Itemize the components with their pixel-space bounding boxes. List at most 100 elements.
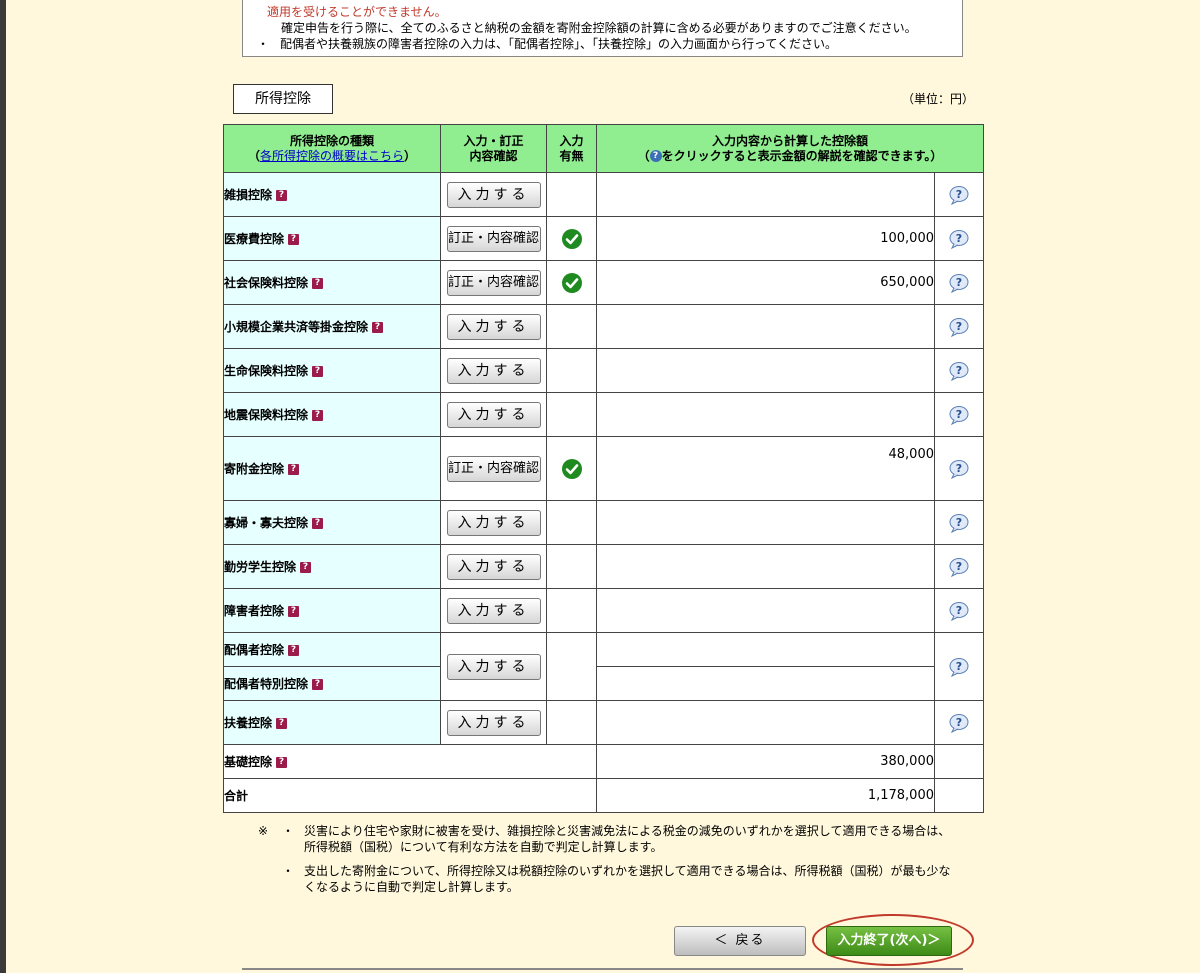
table-row: 扶養控除? 入力する? xyxy=(223,700,985,745)
question-icon[interactable]: ? xyxy=(276,190,288,201)
question-icon[interactable]: ? xyxy=(288,645,300,656)
help-bubble-icon[interactable]: ? xyxy=(947,459,971,479)
question-icon[interactable]: ? xyxy=(288,234,300,245)
basic-deduction-amount: 380,000 xyxy=(596,744,935,779)
section-title: 所得控除 xyxy=(233,84,333,114)
deduction-amount xyxy=(596,632,935,667)
question-icon[interactable]: ? xyxy=(372,322,384,333)
footnote-1-text: 災害により住宅や家財に被害を受け、雑損控除と災害減免法による税金の減免のいずれか… xyxy=(304,824,951,854)
input-status xyxy=(546,392,597,437)
svg-text:?: ? xyxy=(956,232,962,245)
header-input-line-1: 入力・訂正 xyxy=(463,133,524,148)
input-button[interactable]: 入力する xyxy=(446,709,541,736)
question-icon[interactable]: ? xyxy=(312,278,324,289)
header-overview-open: （ xyxy=(247,148,260,163)
header-overview-close: ） xyxy=(404,148,417,163)
header-status: 入力 有無 xyxy=(546,124,597,173)
input-status xyxy=(546,544,597,589)
deduction-amount xyxy=(596,172,935,217)
footnote-mark: ※ xyxy=(258,824,269,838)
footnote-2-text: 支出した寄附金について、所得控除又は税額控除のいずれかを選択して適用できる場合は… xyxy=(304,864,951,894)
finish-input-next-button[interactable]: 入力終了(次へ)＞ xyxy=(826,926,952,956)
question-icon[interactable]: ? xyxy=(312,410,324,421)
table-row: 生命保険料控除? 入力する? xyxy=(223,348,985,393)
table-row: 医療費控除? 訂正・内容確認 100,000? xyxy=(223,216,985,261)
help-bubble-icon[interactable]: ? xyxy=(947,601,971,621)
question-icon[interactable]: ? xyxy=(300,562,312,573)
question-icon[interactable]: ? xyxy=(312,366,324,377)
svg-text:?: ? xyxy=(956,364,962,377)
notice-line-3: ・ 配偶者や扶養親族の障害者控除の入力は、「配偶者控除」、「扶養控除」の入力画面… xyxy=(257,36,952,52)
input-button[interactable]: 入力する xyxy=(446,181,541,208)
deduction-name: 配偶者特別控除? xyxy=(223,666,441,701)
help-bubble-icon[interactable]: ? xyxy=(947,361,971,381)
help-bubble-icon[interactable]: ? xyxy=(947,713,971,733)
header-type-label: 所得控除の種類 xyxy=(289,133,374,148)
input-status xyxy=(546,260,597,305)
input-status xyxy=(546,700,597,745)
input-button[interactable]: 入力する xyxy=(446,401,541,428)
total-label: 合計 xyxy=(223,778,597,813)
deduction-amount xyxy=(596,700,935,745)
deduction-name: 地震保険料控除? xyxy=(223,392,441,437)
table-row: 勤労学生控除? 入力する? xyxy=(223,544,985,589)
input-button[interactable]: 訂正・内容確認 xyxy=(446,269,541,296)
input-button[interactable]: 入力する xyxy=(446,313,541,340)
deduction-amount xyxy=(596,304,935,349)
basic-deduction-name: 基礎控除? xyxy=(223,744,597,779)
header-status-line-2: 有無 xyxy=(559,148,584,163)
input-button[interactable]: 入力する xyxy=(446,597,541,624)
table-row: 障害者控除? 入力する? xyxy=(223,588,985,633)
table-row: 小規模企業共済等掛金控除? 入力する? xyxy=(223,304,985,349)
header-amount-paren: （ xyxy=(637,148,650,163)
basic-deduction-row: 基礎控除? 380,000 xyxy=(223,744,985,779)
question-icon[interactable]: ? xyxy=(288,464,300,475)
question-icon[interactable]: ? xyxy=(312,679,324,690)
help-bubble-icon[interactable]: ? xyxy=(947,229,971,249)
help-bubble-icon[interactable]: ? xyxy=(947,657,971,677)
help-bubble-icon[interactable]: ? xyxy=(947,513,971,533)
header-status-line-1: 入力 xyxy=(559,133,584,148)
overview-link[interactable]: 各所得控除の概要はこちら xyxy=(260,149,404,163)
footnote-dot: ・ xyxy=(282,864,295,878)
check-icon xyxy=(561,458,582,479)
header-overview: （各所得控除の概要はこちら） xyxy=(224,149,440,164)
table-row: 配偶者控除? 入力する? xyxy=(223,632,985,701)
input-button[interactable]: 訂正・内容確認 xyxy=(446,455,541,482)
notice-line-3-text: 配偶者や扶養親族の障害者控除の入力は、「配偶者控除」、「扶養控除」の入力画面から… xyxy=(280,37,838,51)
help-bubble-icon[interactable]: ? xyxy=(947,273,971,293)
question-icon[interactable]: ? xyxy=(288,606,300,617)
header-amount-line-1: 入力内容から計算した控除額 xyxy=(712,133,869,148)
table-row: 雑損控除? 入力する? xyxy=(223,172,985,217)
notice-line-2: 確定申告を行う際に、全てのふるさと納税の金額を寄附金控除額の計算に含める必要があ… xyxy=(281,21,917,35)
header-input: 入力・訂正 内容確認 xyxy=(440,124,547,173)
question-icon[interactable]: ? xyxy=(276,757,288,768)
input-button[interactable]: 入力する xyxy=(446,509,541,536)
input-status xyxy=(546,348,597,393)
deduction-amount xyxy=(596,588,935,633)
input-button[interactable]: 入力する xyxy=(446,653,541,680)
deduction-amount xyxy=(596,666,935,701)
question-icon[interactable]: ? xyxy=(312,518,324,529)
left-edge-strip xyxy=(0,0,6,973)
help-bubble-icon[interactable]: ? xyxy=(947,185,971,205)
back-button[interactable]: ＜ 戻る xyxy=(674,926,806,956)
input-status xyxy=(546,304,597,349)
header-amount: 入力内容から計算した控除額 （? をクリックすると表示金額の解説を確認できます。） xyxy=(595,124,985,173)
notice-box: 適用を受けることができません。 確定申告を行う際に、全てのふるさと納税の金額を寄… xyxy=(242,0,963,57)
deduction-amount: 100,000 xyxy=(596,216,935,261)
deduction-amount xyxy=(596,392,935,437)
question-icon[interactable]: ? xyxy=(276,718,288,729)
footnote-dot: ・ xyxy=(282,824,295,838)
deduction-name: 寡婦・寡夫控除? xyxy=(223,500,441,545)
input-button[interactable]: 入力する xyxy=(446,553,541,580)
help-bubble-icon[interactable]: ? xyxy=(947,405,971,425)
svg-text:?: ? xyxy=(956,604,962,617)
svg-text:?: ? xyxy=(956,660,962,673)
input-button[interactable]: 訂正・内容確認 xyxy=(446,225,541,252)
table-row: 地震保険料控除? 入力する? xyxy=(223,392,985,437)
help-bubble-icon[interactable]: ? xyxy=(947,557,971,577)
help-bubble-icon[interactable]: ? xyxy=(947,317,971,337)
check-icon xyxy=(561,228,582,249)
input-button[interactable]: 入力する xyxy=(446,357,541,384)
